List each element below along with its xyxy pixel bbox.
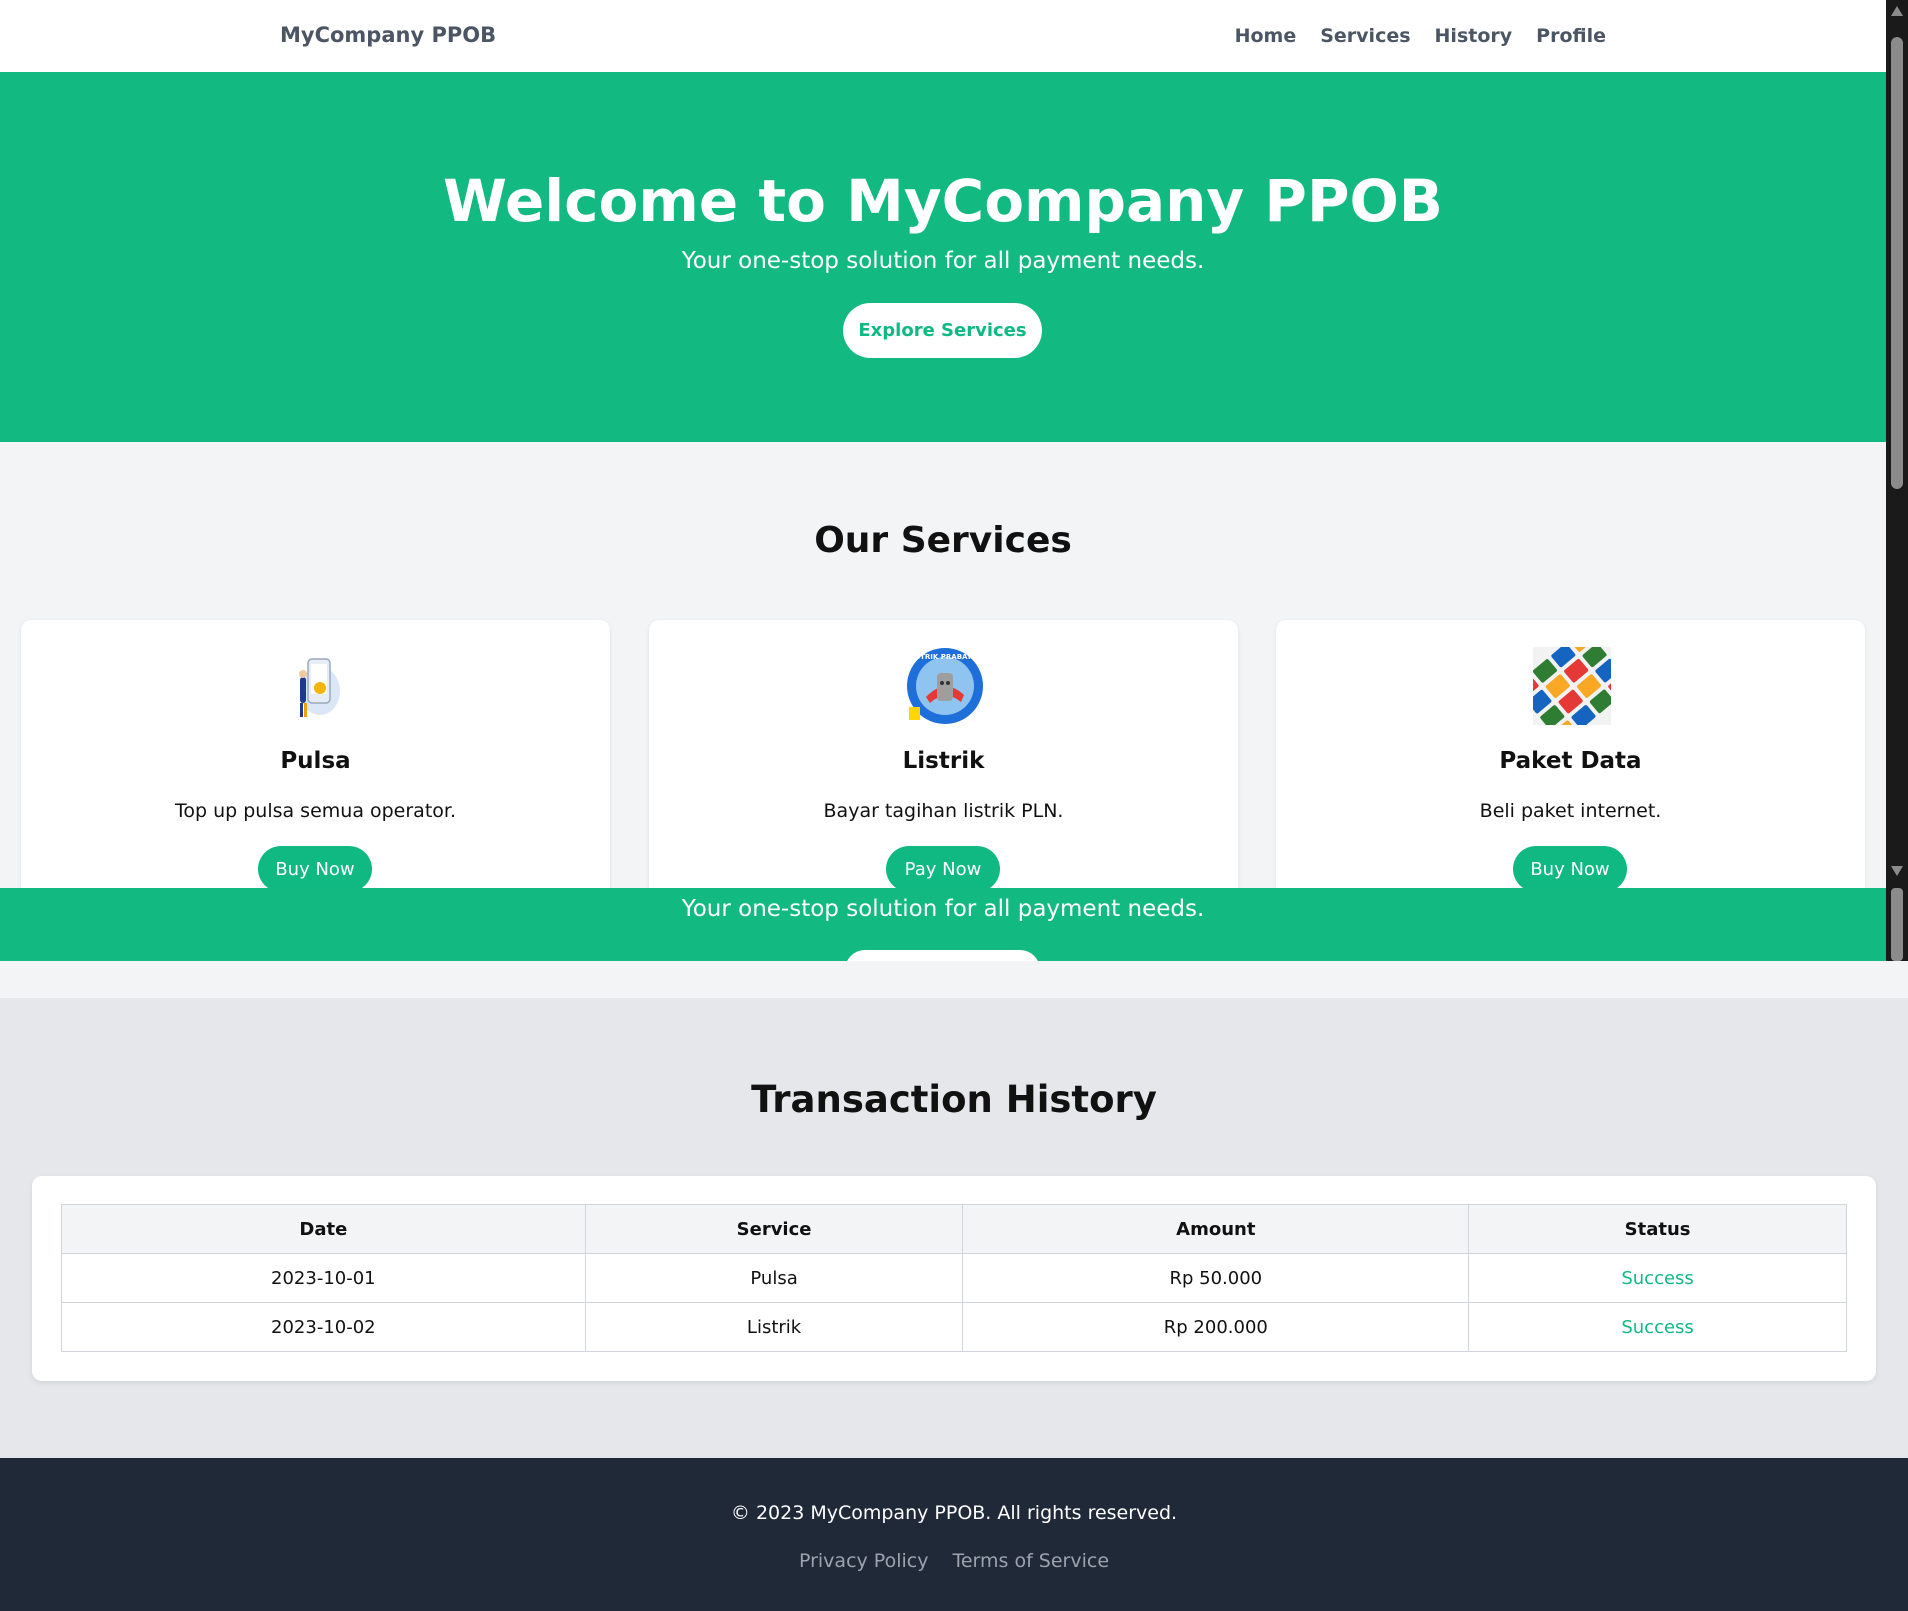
sim-cards-icon <box>1533 647 1611 725</box>
history-heading: Transaction History <box>751 1078 1157 1121</box>
listrik-prabayar-logo: LISTRIK PRABAYAR <box>907 648 983 724</box>
nav-links: Home Services History Profile <box>1235 25 1606 47</box>
cell-date: 2023-10-02 <box>61 1302 586 1352</box>
history-section: Transaction History Date Service Amount … <box>0 998 1908 1458</box>
cell-status: Success <box>1468 1253 1847 1303</box>
cell-amount: Rp 50.000 <box>962 1253 1470 1303</box>
history-table: Date Service Amount Status 2023-10-01 Pu… <box>61 1204 1847 1352</box>
services-section: Our Services Pulsa Top up pulsa semua op… <box>0 442 1886 900</box>
nav-history[interactable]: History <box>1435 25 1513 47</box>
scroll-up-arrow-icon[interactable] <box>1891 6 1903 16</box>
explore-services-button[interactable]: Explore Services <box>843 303 1042 358</box>
history-table-card: Date Service Amount Status 2023-10-01 Pu… <box>32 1176 1876 1381</box>
nav-profile[interactable]: Profile <box>1536 25 1606 47</box>
hero-strip-overlay: Your one-stop solution for all payment n… <box>0 888 1886 961</box>
navbar: MyCompany PPOB Home Services History Pro… <box>0 0 1886 72</box>
hero-subtitle: Your one-stop solution for all payment n… <box>681 248 1205 274</box>
buy-now-button[interactable]: Buy Now <box>1513 846 1627 892</box>
scrollbar-thumb[interactable] <box>1891 37 1903 489</box>
terms-of-service-link[interactable]: Terms of Service <box>952 1550 1109 1572</box>
service-description: Top up pulsa semua operator. <box>174 800 457 822</box>
column-header-status: Status <box>1468 1204 1847 1254</box>
service-title: Pulsa <box>280 748 351 774</box>
column-header-service: Service <box>584 1204 964 1254</box>
hero-strip-button[interactable] <box>845 950 1040 961</box>
nav-home[interactable]: Home <box>1235 25 1297 47</box>
hero-section: Welcome to MyCompany PPOB Your one-stop … <box>0 72 1886 442</box>
services-heading: Our Services <box>814 520 1072 561</box>
copyright-text: © 2023 MyCompany PPOB. All rights reserv… <box>730 1502 1178 1524</box>
table-header-row: Date Service Amount Status <box>61 1204 1847 1254</box>
footer: © 2023 MyCompany PPOB. All rights reserv… <box>0 1458 1908 1611</box>
column-header-date: Date <box>61 1204 586 1254</box>
service-title: Paket Data <box>1499 748 1642 774</box>
svg-text:LISTRIK PRABAYAR: LISTRIK PRABAYAR <box>908 653 983 661</box>
service-description: Beli paket internet. <box>1479 800 1662 822</box>
buy-now-button[interactable]: Buy Now <box>258 846 372 892</box>
cell-date: 2023-10-01 <box>61 1253 586 1303</box>
privacy-policy-link[interactable]: Privacy Policy <box>799 1550 928 1572</box>
scrollbar[interactable] <box>1886 0 1908 961</box>
service-card-pulsa: Pulsa Top up pulsa semua operator. Buy N… <box>21 620 610 900</box>
column-header-amount: Amount <box>962 1204 1470 1254</box>
cell-amount: Rp 200.000 <box>962 1302 1470 1352</box>
scrollbar-thumb-secondary[interactable] <box>1891 888 1903 961</box>
service-title: Listrik <box>902 748 985 774</box>
cell-status: Success <box>1468 1302 1847 1352</box>
table-row: 2023-10-01 Pulsa Rp 50.000 Success <box>61 1253 1847 1303</box>
section-divider <box>0 961 1908 998</box>
service-card-listrik: LISTRIK PRABAYAR Listrik Bayar tagihan l… <box>649 620 1238 900</box>
service-card-paket-data: Paket Data Beli paket internet. Buy Now <box>1276 620 1865 900</box>
hero-title: Welcome to MyCompany PPOB <box>443 167 1443 235</box>
cell-service: Listrik <box>584 1302 964 1352</box>
brand-logo[interactable]: MyCompany PPOB <box>280 23 496 47</box>
hero-strip-subtitle: Your one-stop solution for all payment n… <box>681 896 1205 922</box>
nav-services[interactable]: Services <box>1320 25 1410 47</box>
phone-topup-icon <box>299 658 340 717</box>
footer-links: Privacy Policy Terms of Service <box>0 1550 1908 1572</box>
cell-service: Pulsa <box>584 1253 964 1303</box>
service-description: Bayar tagihan listrik PLN. <box>823 800 1064 822</box>
table-row: 2023-10-02 Listrik Rp 200.000 Success <box>61 1302 1847 1352</box>
scroll-down-arrow-icon[interactable] <box>1891 866 1903 876</box>
pay-now-button[interactable]: Pay Now <box>886 846 1000 892</box>
